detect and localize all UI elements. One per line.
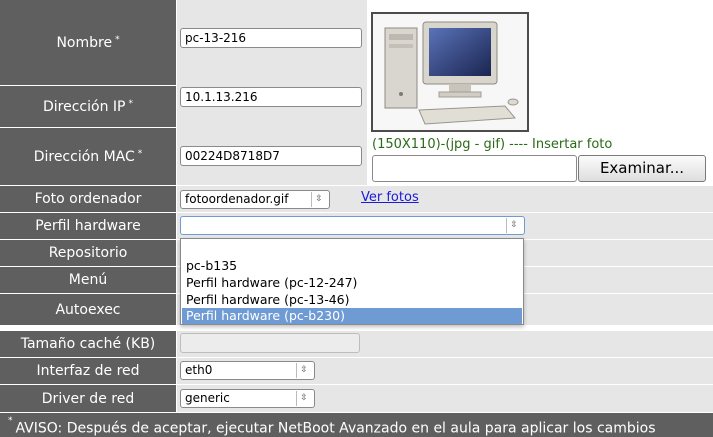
interfaz-label: Interfaz de red	[0, 358, 176, 384]
mac-label: Dirección MAC *	[0, 128, 176, 185]
nombre-label: Nombre *	[0, 0, 176, 85]
dropdown-option[interactable]	[182, 241, 522, 257]
autoexec-label-text: Autoexec	[55, 301, 121, 318]
driver-select[interactable]: generic ⇳	[180, 389, 315, 408]
dropdown-option[interactable]: Perfil hardware (pc-12-247)	[182, 275, 522, 291]
required-mark: *	[115, 34, 120, 45]
photo-file-field[interactable]	[372, 155, 577, 182]
updown-arrows-icon: ⇳	[311, 192, 326, 207]
footer-notice-text: AVISO: Después de aceptar, ejecutar NetB…	[15, 420, 656, 437]
mac-input[interactable]: 00224D8718D7	[180, 146, 362, 166]
interfaz-select-value: eth0	[185, 363, 213, 377]
perfil-label: Perfil hardware	[0, 213, 176, 239]
dropdown-option[interactable]: pc-b135	[182, 258, 522, 274]
cache-label-text: Tamaño caché (KB)	[20, 336, 156, 352]
updown-arrows-icon: ⇳	[506, 218, 521, 233]
autoexec-label: Autoexec	[0, 294, 176, 325]
driver-label-text: Driver de red	[41, 390, 135, 407]
browse-button[interactable]: Examinar...	[578, 155, 706, 182]
nombre-input[interactable]: pc-13-216	[180, 28, 362, 48]
nombre-label-text: Nombre	[56, 34, 113, 51]
photo-size-hint: (150X110)-(jpg - gif) ---- Insertar foto	[372, 137, 613, 152]
dropdown-option-highlighted[interactable]: Perfil hardware (pc-b230)	[182, 308, 522, 324]
driver-label: Driver de red	[0, 385, 176, 412]
interfaz-select[interactable]: eth0 ⇳	[180, 361, 315, 380]
menu-label: Menú	[0, 267, 176, 293]
desktop-computer-icon	[373, 14, 527, 130]
required-mark: *	[128, 98, 133, 109]
foto-select[interactable]: fotoordenador.gif ⇳	[180, 190, 330, 209]
ip-input[interactable]: 10.1.13.216	[180, 87, 362, 107]
perfil-label-text: Perfil hardware	[35, 218, 141, 234]
repositorio-label-text: Repositorio	[48, 245, 128, 261]
updown-arrows-icon: ⇳	[296, 391, 311, 406]
ver-fotos-link[interactable]: Ver fotos	[361, 190, 419, 205]
repositorio-label: Repositorio	[0, 240, 176, 266]
cache-input[interactable]	[180, 333, 360, 353]
required-mark: *	[8, 416, 13, 426]
required-mark: *	[137, 148, 143, 159]
driver-select-value: generic	[185, 391, 230, 405]
foto-label-text: Foto ordenador	[34, 191, 142, 207]
cache-label: Tamaño caché (KB)	[0, 331, 176, 357]
computer-photo	[371, 12, 529, 132]
perfil-select[interactable]: ⇳	[180, 216, 525, 235]
foto-select-value: fotoordenador.gif	[185, 192, 289, 206]
interfaz-label-text: Interfaz de red	[36, 363, 140, 379]
menu-label-text: Menú	[68, 272, 108, 288]
footer-notice: * AVISO: Después de aceptar, ejecutar Net…	[0, 413, 713, 437]
foto-label: Foto ordenador	[0, 186, 176, 212]
dropdown-option[interactable]: Perfil hardware (pc-13-46)	[182, 292, 522, 308]
perfil-dropdown-list[interactable]: pc-b135 Perfil hardware (pc-12-247) Perf…	[180, 238, 524, 325]
ip-label: Dirección IP *	[0, 86, 176, 127]
updown-arrows-icon: ⇳	[296, 363, 311, 378]
ip-label-text: Dirección IP	[43, 98, 126, 115]
mac-label-text: Dirección MAC	[33, 148, 135, 165]
